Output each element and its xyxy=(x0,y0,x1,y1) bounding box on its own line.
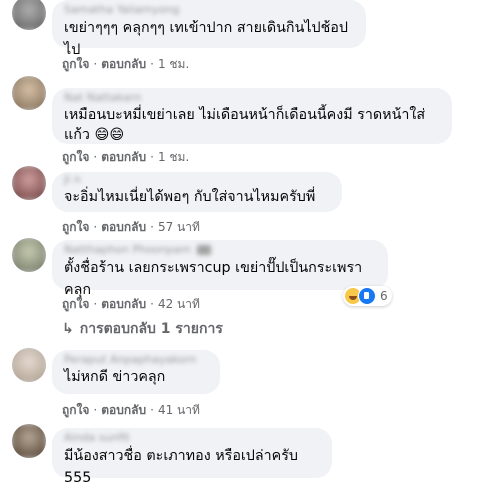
comment-actions: ถูกใจ · ตอบกลับ · 1 ชม. xyxy=(62,148,189,167)
commenter-name[interactable]: Peraput Anpaphayakorn xyxy=(64,353,208,367)
view-replies-link[interactable]: ↳ การตอบกลับ 1 รายการ xyxy=(62,318,223,340)
comment-bubble: Nat Nattakarn เหมือนบะหมี่เขย่าเลย ไม่เด… xyxy=(52,88,452,144)
comment-actions: ถูกใจ · ตอบกลับ · 57 นาที xyxy=(62,218,200,237)
comment-text: ไม่หกดี ข่าวคลุก xyxy=(64,369,166,385)
comment-text: จะอิ่มไหมเนี่ยได้พอๆ กับใส่จานไหมครับพี่ xyxy=(64,189,316,205)
comment-bubble: Natthaphon Phoonpam ตั้งชื่อร้าน เลยกระเ… xyxy=(52,240,388,298)
comment-time[interactable]: 1 ชม. xyxy=(158,150,189,164)
reply-link[interactable]: ตอบกลับ xyxy=(101,150,146,164)
reply-link[interactable]: ตอบกลับ xyxy=(101,403,146,417)
commenter-name: Natthaphon Phoonpam xyxy=(64,243,376,257)
like-link[interactable]: ถูกใจ xyxy=(62,403,89,417)
separator-dot: · xyxy=(93,403,98,417)
separator-dot: · xyxy=(93,150,98,164)
comment-text: เหมือนบะหมี่เขย่าเลย ไม่เดือนหน้าก็เดือน… xyxy=(64,107,426,143)
avatar[interactable] xyxy=(12,0,46,30)
comment-time[interactable]: 41 นาที xyxy=(158,403,200,417)
commenter-name[interactable]: Ji n xyxy=(64,173,330,187)
comment-text: มีน้องสาวชื่อ ตะเภาทอง หรือเปล่าครับ 555 xyxy=(64,448,303,486)
reaction-summary[interactable]: 6 xyxy=(343,286,392,306)
avatar[interactable] xyxy=(12,424,46,458)
reply-arrow-icon: ↳ xyxy=(62,321,74,337)
comment-bubble: Samatha Yaliamyong เขย่าๆๆๆ คลุกๆๆ เทเข้… xyxy=(52,0,366,58)
separator-dot: · xyxy=(150,403,154,417)
commenter-name[interactable]: Samatha Yaliamyong xyxy=(64,3,354,17)
separator-dot: · xyxy=(93,297,98,311)
comment-bubble: Ainda sunfit มีน้องสาวชื่อ ตะเภาทอง หรือ… xyxy=(52,428,332,486)
comment-time[interactable]: 42 นาที xyxy=(158,297,200,311)
like-link[interactable]: ถูกใจ xyxy=(62,220,89,234)
separator-dot: · xyxy=(93,57,98,71)
view-replies-label: การตอบกลับ 1 รายการ xyxy=(79,321,223,337)
commenter-name-text[interactable]: Natthaphon Phoonpam xyxy=(64,243,191,256)
separator-dot: · xyxy=(150,297,154,311)
separator-dot: · xyxy=(150,220,154,234)
comment-actions: ถูกใจ · ตอบกลับ · 1 ชม. xyxy=(62,55,189,74)
reaction-count: 6 xyxy=(380,289,388,303)
comment-time[interactable]: 1 ชม. xyxy=(158,57,189,71)
reply-link[interactable]: ตอบกลับ xyxy=(101,297,146,311)
reply-link[interactable]: ตอบกลับ xyxy=(101,57,146,71)
comment-bubble: Peraput Anpaphayakorn ไม่หกดี ข่าวคลุก xyxy=(52,350,220,394)
like-link[interactable]: ถูกใจ xyxy=(62,297,89,311)
commenter-name[interactable]: Ainda sunfit xyxy=(64,431,320,445)
avatar[interactable] xyxy=(12,348,46,382)
like-icon xyxy=(358,287,376,305)
like-link[interactable]: ถูกใจ xyxy=(62,150,89,164)
separator-dot: · xyxy=(150,150,154,164)
reply-link[interactable]: ตอบกลับ xyxy=(101,220,146,234)
avatar[interactable] xyxy=(12,76,46,110)
comment-actions: ถูกใจ · ตอบกลับ · 42 นาที xyxy=(62,295,200,314)
separator-dot: · xyxy=(93,220,98,234)
verified-badge-icon xyxy=(196,245,211,255)
comment-actions: ถูกใจ · ตอบกลับ · 41 นาที xyxy=(62,401,200,420)
comment-bubble: Ji n จะอิ่มไหมเนี่ยได้พอๆ กับใส่จานไหมคร… xyxy=(52,172,342,212)
separator-dot: · xyxy=(150,57,154,71)
commenter-name[interactable]: Nat Nattakarn xyxy=(64,91,440,105)
avatar[interactable] xyxy=(12,166,46,200)
comment-time[interactable]: 57 นาที xyxy=(158,220,200,234)
like-link[interactable]: ถูกใจ xyxy=(62,57,89,71)
avatar[interactable] xyxy=(12,238,46,272)
